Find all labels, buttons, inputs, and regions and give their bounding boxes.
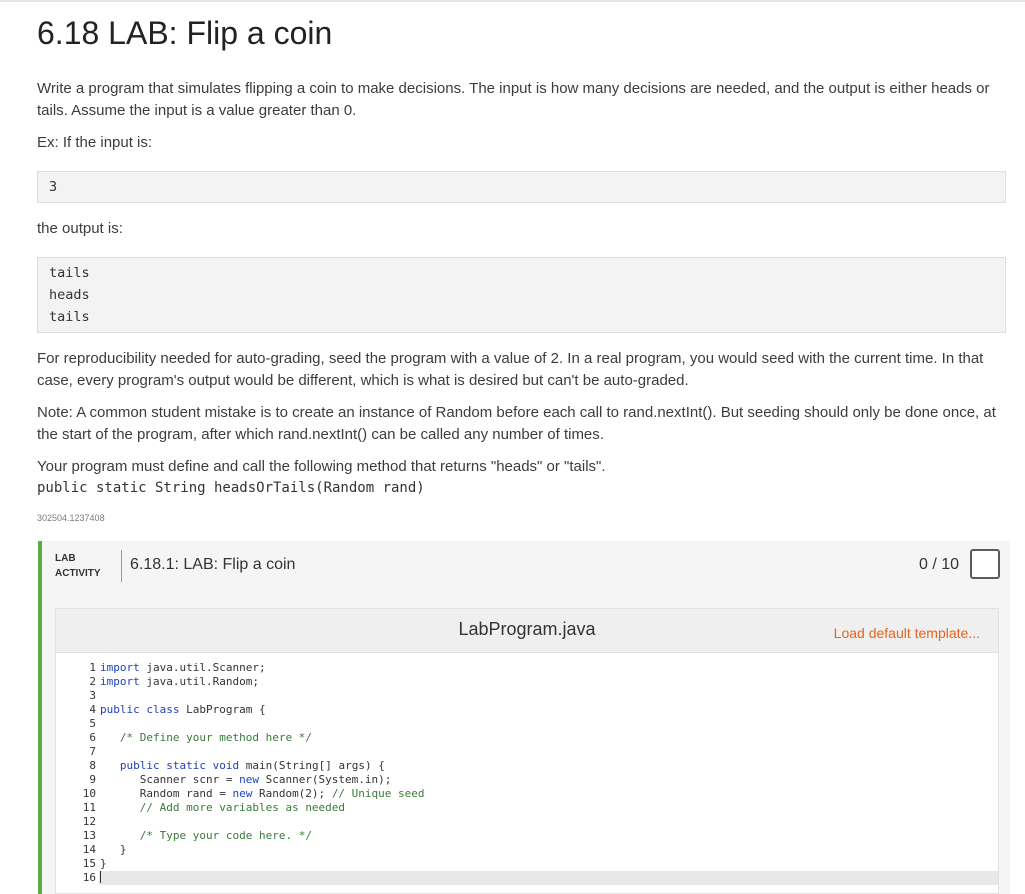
line-number: 13	[82, 829, 96, 842]
line-number: 12	[82, 815, 96, 828]
editor-header: LabProgram.java Load default template...	[56, 609, 998, 653]
output-label: the output is:	[37, 220, 123, 237]
example-output-line: tails	[49, 309, 90, 325]
method-signature: public static String headsOrTails(Random…	[37, 480, 425, 496]
top-divider	[0, 0, 1025, 2]
code-area[interactable]: import java.util.Scanner; import java.uti…	[99, 661, 998, 885]
lab-activity-tag: LAB ACTIVITY	[55, 551, 101, 581]
code-line[interactable]: // Add more variables as needed	[99, 801, 998, 815]
activity-id-code: 302504.1237408	[37, 513, 105, 523]
line-number: 10	[82, 787, 96, 800]
code-line[interactable]	[99, 871, 998, 885]
code-line[interactable]	[99, 689, 998, 703]
page-title: 6.18 LAB: Flip a coin	[37, 15, 333, 51]
line-number: 11	[82, 801, 96, 814]
line-number: 8	[89, 759, 96, 772]
line-number-gutter: 1 2 3 4 5 6 7 8 9 10 11 12 13 14 15 16	[56, 661, 96, 885]
line-number: 3	[89, 689, 96, 702]
code-line[interactable]	[99, 717, 998, 731]
code-line[interactable]: import java.util.Random;	[99, 675, 998, 689]
code-line[interactable]: public static void main(String[] args) {	[99, 759, 998, 773]
line-number: 14	[82, 843, 96, 856]
code-line[interactable]: /* Type your code here. */	[99, 829, 998, 843]
intro-paragraph: Write a program that simulates flipping …	[37, 80, 990, 119]
example-label: Ex: If the input is:	[37, 134, 153, 151]
note-paragraph: Note: A common student mistake is to cre…	[37, 404, 996, 443]
text-cursor	[100, 871, 101, 883]
code-line[interactable]: Random rand = new Random(2); // Unique s…	[99, 787, 998, 801]
lab-tag-line2: ACTIVITY	[55, 568, 101, 579]
code-line[interactable]	[99, 815, 998, 829]
line-number: 4	[89, 703, 96, 716]
code-line[interactable]: }	[99, 843, 998, 857]
lab-tag-line1: LAB	[55, 553, 76, 564]
line-number: 9	[89, 773, 96, 786]
code-editor[interactable]: LabProgram.java Load default template...…	[55, 608, 999, 894]
completion-checkbox-icon	[970, 549, 1000, 579]
lab-activity-name: 6.18.1: LAB: Flip a coin	[130, 556, 296, 573]
lab-activity-panel: LAB ACTIVITY 6.18.1: LAB: Flip a coin 0 …	[38, 541, 1010, 894]
code-line[interactable]: }	[99, 857, 998, 871]
load-default-template-link[interactable]: Load default template...	[834, 625, 980, 641]
line-number: 15	[82, 857, 96, 870]
line-number: 6	[89, 731, 96, 744]
line-number: 2	[89, 675, 96, 688]
lab-header-separator	[121, 550, 122, 582]
code-line[interactable]: import java.util.Scanner;	[99, 661, 998, 675]
line-number: 16	[82, 871, 96, 884]
line-number: 7	[89, 745, 96, 758]
line-number: 1	[89, 661, 96, 674]
code-line[interactable]: public class LabProgram {	[99, 703, 998, 717]
example-input-box: 3	[37, 171, 1006, 203]
line-number: 5	[89, 717, 96, 730]
example-output-box: tails heads tails	[37, 257, 1006, 333]
code-line[interactable]: /* Define your method here */	[99, 731, 998, 745]
lab-score: 0 / 10	[918, 556, 959, 573]
code-line[interactable]: Scanner scnr = new Scanner(System.in);	[99, 773, 998, 787]
code-line[interactable]	[99, 745, 998, 759]
example-input-line: 3	[49, 179, 58, 195]
example-output-line: tails	[49, 265, 90, 281]
method-requirement: Your program must define and call the fo…	[37, 458, 606, 475]
reproducibility-paragraph: For reproducibility needed for auto-grad…	[37, 350, 984, 389]
example-output-line: heads	[49, 287, 90, 303]
